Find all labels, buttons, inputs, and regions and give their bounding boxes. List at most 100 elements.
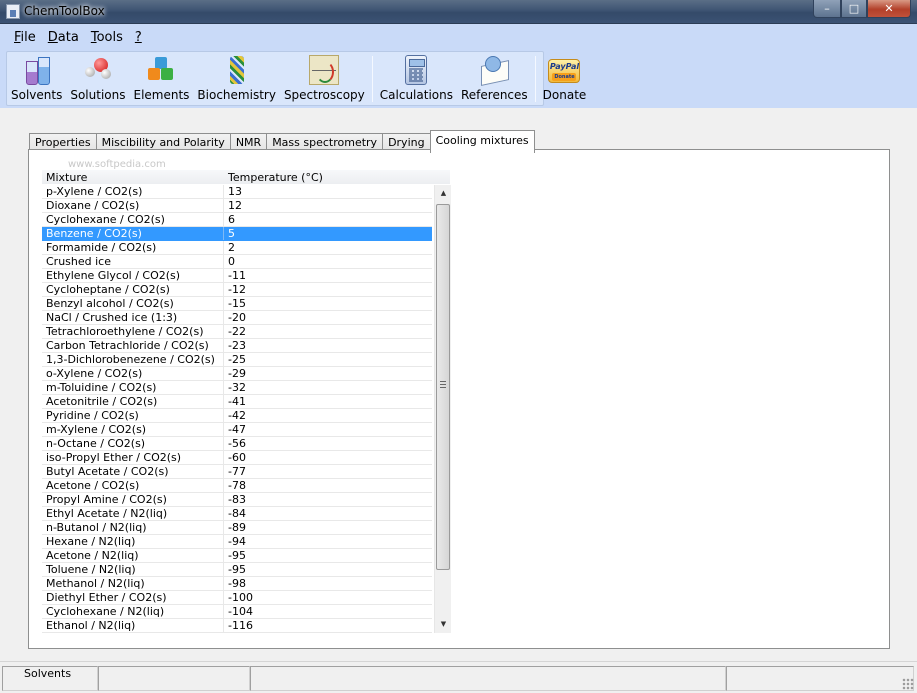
table-row[interactable]: Acetonitrile / CO2(s) -41 — [42, 395, 432, 409]
vertical-scrollbar[interactable]: ▲ ▼ — [434, 185, 451, 633]
table-row[interactable]: n-Octane / CO2(s) -56 — [42, 437, 432, 451]
main-area: Properties Miscibility and Polarity NMR … — [0, 108, 917, 661]
menu-bar: File Data Tools ? — [8, 30, 148, 45]
table-row[interactable]: Cycloheptane / CO2(s) -12 — [42, 283, 432, 297]
table-row[interactable]: m-Toluidine / CO2(s) -32 — [42, 381, 432, 395]
menu-file[interactable]: File — [8, 30, 42, 45]
window-title: ChemToolBox — [24, 4, 105, 18]
table-row[interactable]: Acetone / CO2(s) -78 — [42, 479, 432, 493]
scroll-down-arrow-icon[interactable]: ▼ — [435, 616, 452, 633]
temperature-cell: -15 — [228, 297, 246, 310]
table-row[interactable]: Toluene / N2(liq) -95 — [42, 563, 432, 577]
solutions-button[interactable]: Solutions — [66, 52, 129, 105]
spectroscopy-button[interactable]: Spectroscopy — [280, 52, 369, 105]
mixture-cell: n-Octane / CO2(s) — [42, 437, 224, 450]
references-button[interactable]: References — [457, 52, 532, 105]
table-row[interactable]: o-Xylene / CO2(s) -29 — [42, 367, 432, 381]
table-row[interactable]: Ethylene Glycol / CO2(s) -11 — [42, 269, 432, 283]
calculations-button[interactable]: Calculations — [376, 52, 457, 105]
table-row[interactable]: m-Xylene / CO2(s) -47 — [42, 423, 432, 437]
minimize-button[interactable]: – — [813, 0, 841, 18]
toolbar-separator — [534, 56, 536, 102]
menu-tools[interactable]: Tools — [85, 30, 129, 45]
mixture-cell: Hexane / N2(liq) — [42, 535, 224, 548]
maximize-button[interactable]: □ — [841, 0, 867, 18]
temperature-cell: 2 — [228, 241, 235, 254]
mixture-cell: Tetrachloroethylene / CO2(s) — [42, 325, 224, 338]
table-row[interactable]: n-Butanol / N2(liq) -89 — [42, 521, 432, 535]
table-row[interactable]: Tetrachloroethylene / CO2(s) -22 — [42, 325, 432, 339]
table-row[interactable]: Ethyl Acetate / N2(liq) -84 — [42, 507, 432, 521]
table-row[interactable]: Cyclohexane / CO2(s) 6 — [42, 213, 432, 227]
table-row[interactable]: Hexane / N2(liq) -94 — [42, 535, 432, 549]
temperature-cell: -98 — [228, 577, 246, 590]
table-row[interactable]: Pyridine / CO2(s) -42 — [42, 409, 432, 423]
table-row[interactable]: Dioxane / CO2(s) 12 — [42, 199, 432, 213]
table-row[interactable]: Ethanol / N2(liq) -116 — [42, 619, 432, 633]
title-bar: ChemToolBox – □ ✕ — [0, 0, 917, 24]
menu-data[interactable]: Data — [42, 30, 85, 45]
solvents-label: Solvents — [11, 88, 63, 102]
temperature-cell: -29 — [228, 367, 246, 380]
temperature-cell: -116 — [228, 619, 253, 632]
elements-label: Elements — [133, 88, 190, 102]
elements-cubes-icon — [146, 55, 176, 85]
temperature-cell: -95 — [228, 549, 246, 562]
mixture-cell: Cyclohexane / CO2(s) — [42, 213, 224, 226]
app-icon — [6, 4, 20, 19]
mixture-cell: iso-Propyl Ether / CO2(s) — [42, 451, 224, 464]
temperature-cell: -41 — [228, 395, 246, 408]
table-row[interactable]: 1,3-Dichlorobenezene / CO2(s) -25 — [42, 353, 432, 367]
menu-help[interactable]: ? — [129, 30, 148, 45]
temperature-cell: 12 — [228, 199, 242, 212]
mixture-cell: Ethylene Glycol / CO2(s) — [42, 269, 224, 282]
scroll-up-arrow-icon[interactable]: ▲ — [435, 185, 452, 202]
table-row[interactable]: Diethyl Ether / CO2(s) -100 — [42, 591, 432, 605]
table-row[interactable]: p-Xylene / CO2(s) 13 — [42, 185, 432, 199]
mixture-cell: o-Xylene / CO2(s) — [42, 367, 224, 380]
temperature-cell: 13 — [228, 185, 242, 198]
table-row[interactable]: Benzyl alcohol / CO2(s) -15 — [42, 297, 432, 311]
mixture-cell: NaCl / Crushed ice (1:3) — [42, 311, 224, 324]
references-book-icon — [479, 55, 509, 85]
table-row[interactable]: Formamide / CO2(s) 2 — [42, 241, 432, 255]
solvents-button[interactable]: Solvents — [7, 52, 66, 105]
temperature-cell: -89 — [228, 521, 246, 534]
table-header: Mixture Temperature (°C) — [42, 170, 450, 185]
table-row[interactable]: Crushed ice 0 — [42, 255, 432, 269]
table-row[interactable]: Cyclohexane / N2(liq) -104 — [42, 605, 432, 619]
table-row[interactable]: iso-Propyl Ether / CO2(s) -60 — [42, 451, 432, 465]
status-pane — [250, 666, 726, 691]
temperature-cell: -22 — [228, 325, 246, 338]
table-row[interactable]: Butyl Acetate / CO2(s) -77 — [42, 465, 432, 479]
temperature-cell: -25 — [228, 353, 246, 366]
resize-grip-icon[interactable] — [902, 678, 914, 690]
table-row[interactable]: Acetone / N2(liq) -95 — [42, 549, 432, 563]
mixture-cell: Benzyl alcohol / CO2(s) — [42, 297, 224, 310]
mixture-cell: Butyl Acetate / CO2(s) — [42, 465, 224, 478]
status-pane — [726, 666, 914, 691]
table-row[interactable]: Methanol / N2(liq) -98 — [42, 577, 432, 591]
mixture-cell: Dioxane / CO2(s) — [42, 199, 224, 212]
window-controls: – □ ✕ — [813, 0, 911, 18]
table-body: p-Xylene / CO2(s) 13 Dioxane / CO2(s) 12 Cyc… — [42, 185, 432, 633]
tab-cooling-mixtures[interactable]: Cooling mixtures — [429, 130, 535, 153]
table-row[interactable]: Benzene / CO2(s) 5 — [42, 227, 432, 241]
donate-button[interactable]: PayPal Donate Donate — [539, 52, 591, 105]
table-row[interactable]: Propyl Amine / CO2(s) -83 — [42, 493, 432, 507]
solutions-molecule-icon — [83, 55, 113, 85]
column-header-mixture[interactable]: Mixture — [42, 170, 224, 184]
close-button[interactable]: ✕ — [867, 0, 911, 18]
biochemistry-button[interactable]: Biochemistry — [193, 52, 280, 105]
elements-button[interactable]: Elements — [129, 52, 193, 105]
scrollbar-thumb[interactable] — [436, 204, 450, 570]
column-header-temperature[interactable]: Temperature (°C) — [224, 170, 432, 184]
grip-icon — [440, 381, 446, 388]
temperature-cell: -77 — [228, 465, 246, 478]
mixture-cell: m-Toluidine / CO2(s) — [42, 381, 224, 394]
donate-label: Donate — [542, 88, 587, 102]
temperature-cell: -95 — [228, 563, 246, 576]
temperature-cell: -84 — [228, 507, 246, 520]
table-row[interactable]: Carbon Tetrachloride / CO2(s) -23 — [42, 339, 432, 353]
table-row[interactable]: NaCl / Crushed ice (1:3) -20 — [42, 311, 432, 325]
